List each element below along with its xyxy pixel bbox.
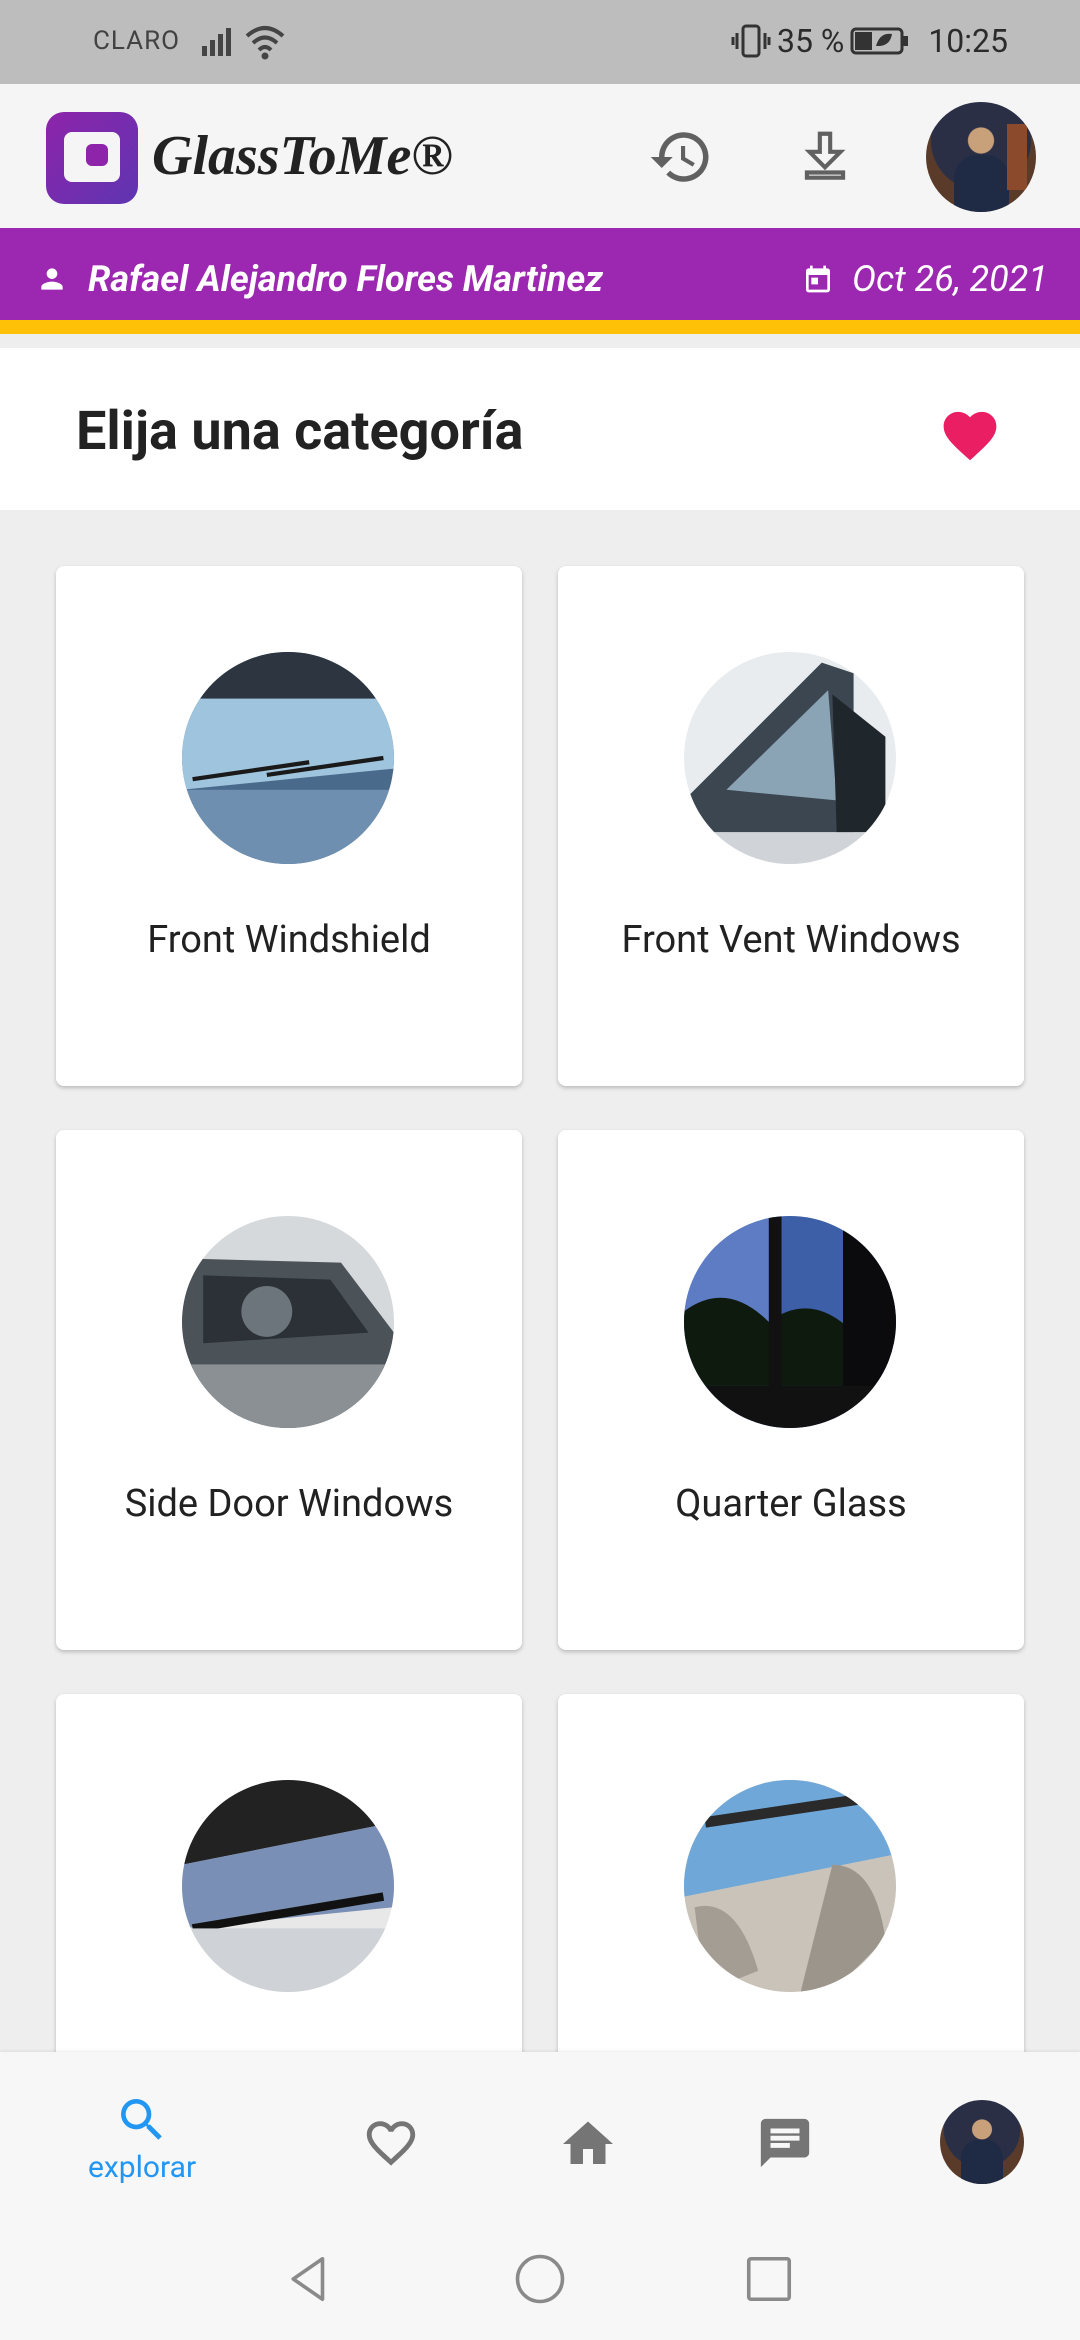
system-navigation (0, 2216, 1080, 2340)
wifi-icon (245, 26, 285, 60)
nav-profile-avatar[interactable] (940, 2100, 1024, 2184)
category-card-quarter-glass[interactable]: Quarter Glass (558, 1130, 1024, 1650)
side-door-windows-image (182, 1216, 394, 1428)
category-card-front-windshield[interactable]: Front Windshield (56, 566, 522, 1086)
vibrate-icon (731, 24, 771, 58)
user-banner: Rafael Alejandro Flores Martinez Oct 26,… (0, 228, 1080, 334)
rear-windshield-image (182, 1780, 394, 1992)
page-title: Elija una categoría (76, 400, 524, 463)
category-header: Elija una categoría (0, 348, 1080, 510)
search-icon (121, 2099, 162, 2140)
app-screen: CLARO 35 % 10:25 GlassToMe® Rafael Aleja… (0, 0, 1080, 2340)
bottom-navigation: explorar (0, 2052, 1080, 2216)
nav-explore-label: explorar (88, 2150, 197, 2185)
category-label: Front Windshield (147, 918, 431, 962)
history-button[interactable] (646, 122, 716, 192)
nav-favorites[interactable] (362, 2114, 420, 2172)
nav-messages[interactable] (756, 2114, 814, 2172)
user-name: Rafael Alejandro Flores Martinez (88, 258, 603, 300)
session-date: Oct 26, 2021 (852, 258, 1048, 300)
history-icon (650, 132, 709, 182)
profile-avatar[interactable] (926, 102, 1036, 212)
battery-icon (850, 27, 909, 55)
sunroof-image (684, 1780, 896, 1992)
quarter-glass-image (684, 1216, 896, 1428)
brand-name: GlassToMe® (152, 125, 454, 187)
carrier-name: CLARO (93, 26, 181, 56)
nav-explore[interactable]: explorar (88, 2092, 196, 2185)
category-card-front-vent-windows[interactable]: Front Vent Windows (558, 566, 1024, 1086)
back-icon[interactable] (282, 2252, 336, 2306)
clock: 10:25 (928, 22, 1008, 60)
category-label: Front Vent Windows (621, 918, 961, 962)
download-button[interactable] (790, 122, 860, 192)
battery-percent: 35 % (776, 22, 845, 60)
signal-icon (202, 28, 231, 56)
category-card-side-door-windows[interactable]: Side Door Windows (56, 1130, 522, 1650)
favorites-heart-icon[interactable] (938, 404, 1002, 462)
front-vent-windows-image (684, 652, 896, 864)
nav-home[interactable] (558, 2114, 618, 2174)
heart-outline-icon (366, 2121, 416, 2166)
download-icon (804, 131, 846, 180)
app-logo (46, 112, 138, 204)
person-icon (41, 268, 63, 290)
category-label: Side Door Windows (124, 1482, 454, 1526)
home-circle-icon[interactable] (513, 2252, 567, 2306)
chat-icon (760, 2118, 810, 2168)
recents-icon[interactable] (742, 2252, 796, 2306)
calendar-icon (806, 265, 830, 293)
app-bar: GlassToMe® (0, 84, 1080, 228)
front-windshield-image (182, 652, 394, 864)
status-bar: CLARO 35 % 10:25 (0, 0, 1080, 84)
category-label: Quarter Glass (675, 1482, 907, 1526)
home-icon (563, 2121, 613, 2164)
